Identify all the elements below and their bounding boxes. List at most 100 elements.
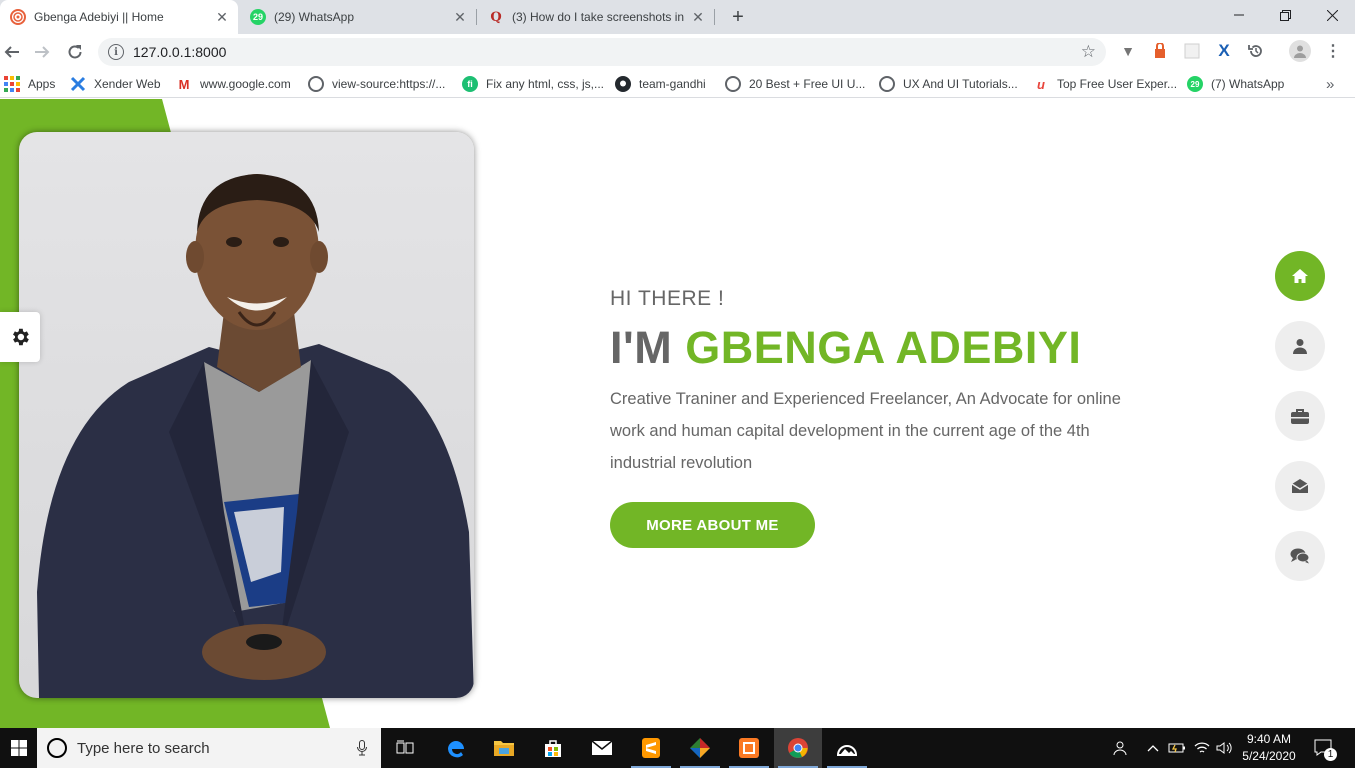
task-view-icon xyxy=(396,740,414,754)
notification-count-badge: 1 xyxy=(1324,748,1337,761)
clock-date: 5/24/2020 xyxy=(1242,749,1296,763)
bookmark-label: team-gandhi xyxy=(639,77,706,91)
quora-favicon-icon: Q xyxy=(490,9,502,25)
people-icon[interactable] xyxy=(1105,728,1133,768)
reload-button[interactable] xyxy=(63,40,87,64)
windows-logo-icon xyxy=(10,740,27,756)
bookmark-apps[interactable]: Apps xyxy=(4,75,55,93)
system-clock[interactable]: 9:40 AM 5/24/2020 xyxy=(1238,731,1300,765)
history-icon[interactable] xyxy=(1247,42,1265,60)
tab-title: (3) How do I take screenshots in xyxy=(512,10,685,24)
url-text: 127.0.0.1:8000 xyxy=(133,44,227,60)
nav-portfolio-button[interactable] xyxy=(1275,391,1325,441)
microphone-icon[interactable] xyxy=(357,740,367,761)
xampp-button[interactable] xyxy=(725,728,773,768)
comments-icon xyxy=(1290,548,1310,564)
tab-close-icon[interactable]: ✕ xyxy=(214,9,230,25)
bookmark-label: Xender Web xyxy=(94,77,161,91)
bookmark-ux-ui-tutorials[interactable]: UX And UI Tutorials... xyxy=(879,75,1018,93)
file-explorer-button[interactable] xyxy=(480,728,528,768)
tab-title: Gbenga Adebiyi || Home xyxy=(34,10,164,24)
gmail-icon: M xyxy=(178,76,190,92)
edge-button[interactable] xyxy=(432,728,480,768)
photos-icon xyxy=(836,745,858,756)
chrome-button[interactable] xyxy=(774,728,822,768)
bookmarks-bar: Apps Xender Web M www.google.com view-so… xyxy=(0,70,1355,98)
store-button[interactable] xyxy=(529,728,577,768)
apps-grid-icon xyxy=(4,76,20,92)
tab-close-icon[interactable]: ✕ xyxy=(452,9,468,25)
sublime-text-button[interactable] xyxy=(627,728,675,768)
bookmark-whatsapp[interactable]: 29 (7) WhatsApp xyxy=(1187,75,1284,93)
chrome-menu-icon[interactable]: ⋮ xyxy=(1324,42,1342,60)
windows-taskbar: Type here to search 9:40 AM 5/24/2020 1 xyxy=(0,728,1355,768)
tab-title: (29) WhatsApp xyxy=(274,10,355,24)
briefcase-icon xyxy=(1291,408,1309,424)
extension-square-icon[interactable] xyxy=(1183,42,1201,60)
bookmark-free-ui[interactable]: 20 Best + Free UI U... xyxy=(725,75,865,93)
photos-button[interactable] xyxy=(823,728,871,768)
more-about-me-button[interactable]: MORE ABOUT ME xyxy=(610,502,815,548)
envelope-icon xyxy=(1291,479,1309,493)
tab-whatsapp[interactable]: 29 (29) WhatsApp ✕ xyxy=(240,0,476,34)
bookmark-label: Fix any html, css, js,... xyxy=(486,77,605,91)
bookmark-fiverr[interactable]: fi Fix any html, css, js,... xyxy=(462,75,604,93)
back-button[interactable] xyxy=(0,40,24,64)
xampp-icon xyxy=(739,738,759,758)
new-tab-button[interactable]: + xyxy=(726,5,750,29)
settings-gear-button[interactable] xyxy=(0,312,40,362)
bookmark-gmail[interactable]: M www.google.com xyxy=(176,75,291,93)
start-button[interactable] xyxy=(0,728,37,768)
folder-icon xyxy=(494,741,514,756)
mail-icon xyxy=(591,740,613,755)
close-window-button[interactable] xyxy=(1309,0,1355,30)
taskbar-search-box[interactable]: Type here to search xyxy=(37,728,381,768)
tab-close-icon[interactable]: ✕ xyxy=(690,9,706,25)
action-center-button[interactable]: 1 xyxy=(1308,728,1340,768)
profile-avatar[interactable] xyxy=(1289,40,1311,62)
restore-button[interactable] xyxy=(1262,0,1308,30)
tab-quora[interactable]: Q (3) How do I take screenshots in ✕ xyxy=(478,0,714,34)
battery-icon[interactable] xyxy=(1166,728,1188,768)
tab-separator xyxy=(714,9,715,25)
xender-icon xyxy=(70,76,86,92)
volume-icon[interactable] xyxy=(1214,728,1236,768)
page-viewport: HI THERE ! I'M GBENGA ADEBIYI Creative T… xyxy=(0,99,1355,728)
extension-tag-icon[interactable] xyxy=(1151,42,1169,60)
bookmark-label: 20 Best + Free UI U... xyxy=(749,77,866,91)
tab-home[interactable]: Gbenga Adebiyi || Home ✕ xyxy=(0,0,238,34)
site-info-icon[interactable]: i xyxy=(108,44,124,60)
address-bar[interactable]: i 127.0.0.1:8000 ☆ xyxy=(98,38,1106,66)
bookmark-team-gandhi[interactable]: team-gandhi xyxy=(615,75,706,93)
name-highlight: GBENGA ADEBIYI xyxy=(685,322,1082,373)
more-bookmarks-button[interactable]: » xyxy=(1326,75,1334,93)
gear-icon xyxy=(13,328,29,346)
nav-contact-button[interactable] xyxy=(1275,461,1325,511)
task-view-button[interactable] xyxy=(381,728,429,768)
extension-x-icon[interactable]: X xyxy=(1215,41,1233,60)
tray-chevron-up-icon[interactable] xyxy=(1143,728,1163,768)
minimize-button[interactable] xyxy=(1216,0,1262,30)
bookmark-star-icon[interactable]: ☆ xyxy=(1081,42,1096,62)
git-icon xyxy=(690,738,710,758)
mail-button[interactable] xyxy=(578,728,626,768)
site-favicon-icon xyxy=(10,9,26,25)
sublime-icon xyxy=(642,738,660,758)
portrait-illustration xyxy=(37,174,474,698)
bookmark-label: www.google.com xyxy=(200,77,291,91)
wifi-icon[interactable] xyxy=(1191,728,1213,768)
nav-blog-button[interactable] xyxy=(1275,531,1325,581)
nav-about-button[interactable] xyxy=(1275,321,1325,371)
git-button[interactable] xyxy=(676,728,724,768)
forward-button[interactable] xyxy=(30,40,54,64)
bookmark-xender[interactable]: Xender Web xyxy=(70,75,161,93)
nav-home-button[interactable] xyxy=(1275,251,1325,301)
extension-v-icon[interactable]: ▼ xyxy=(1119,42,1137,60)
hero-name-heading: I'M GBENGA ADEBIYI xyxy=(610,322,1081,374)
bookmark-label: UX And UI Tutorials... xyxy=(903,77,1018,91)
bookmark-top-free-ux[interactable]: u Top Free User Exper... xyxy=(1033,75,1177,93)
bookmark-label: view-source:https://... xyxy=(332,77,446,91)
bookmark-view-source[interactable]: view-source:https://... xyxy=(308,75,445,93)
hero-description: Creative Traniner and Experienced Freela… xyxy=(610,390,1121,472)
globe-icon xyxy=(725,76,741,92)
